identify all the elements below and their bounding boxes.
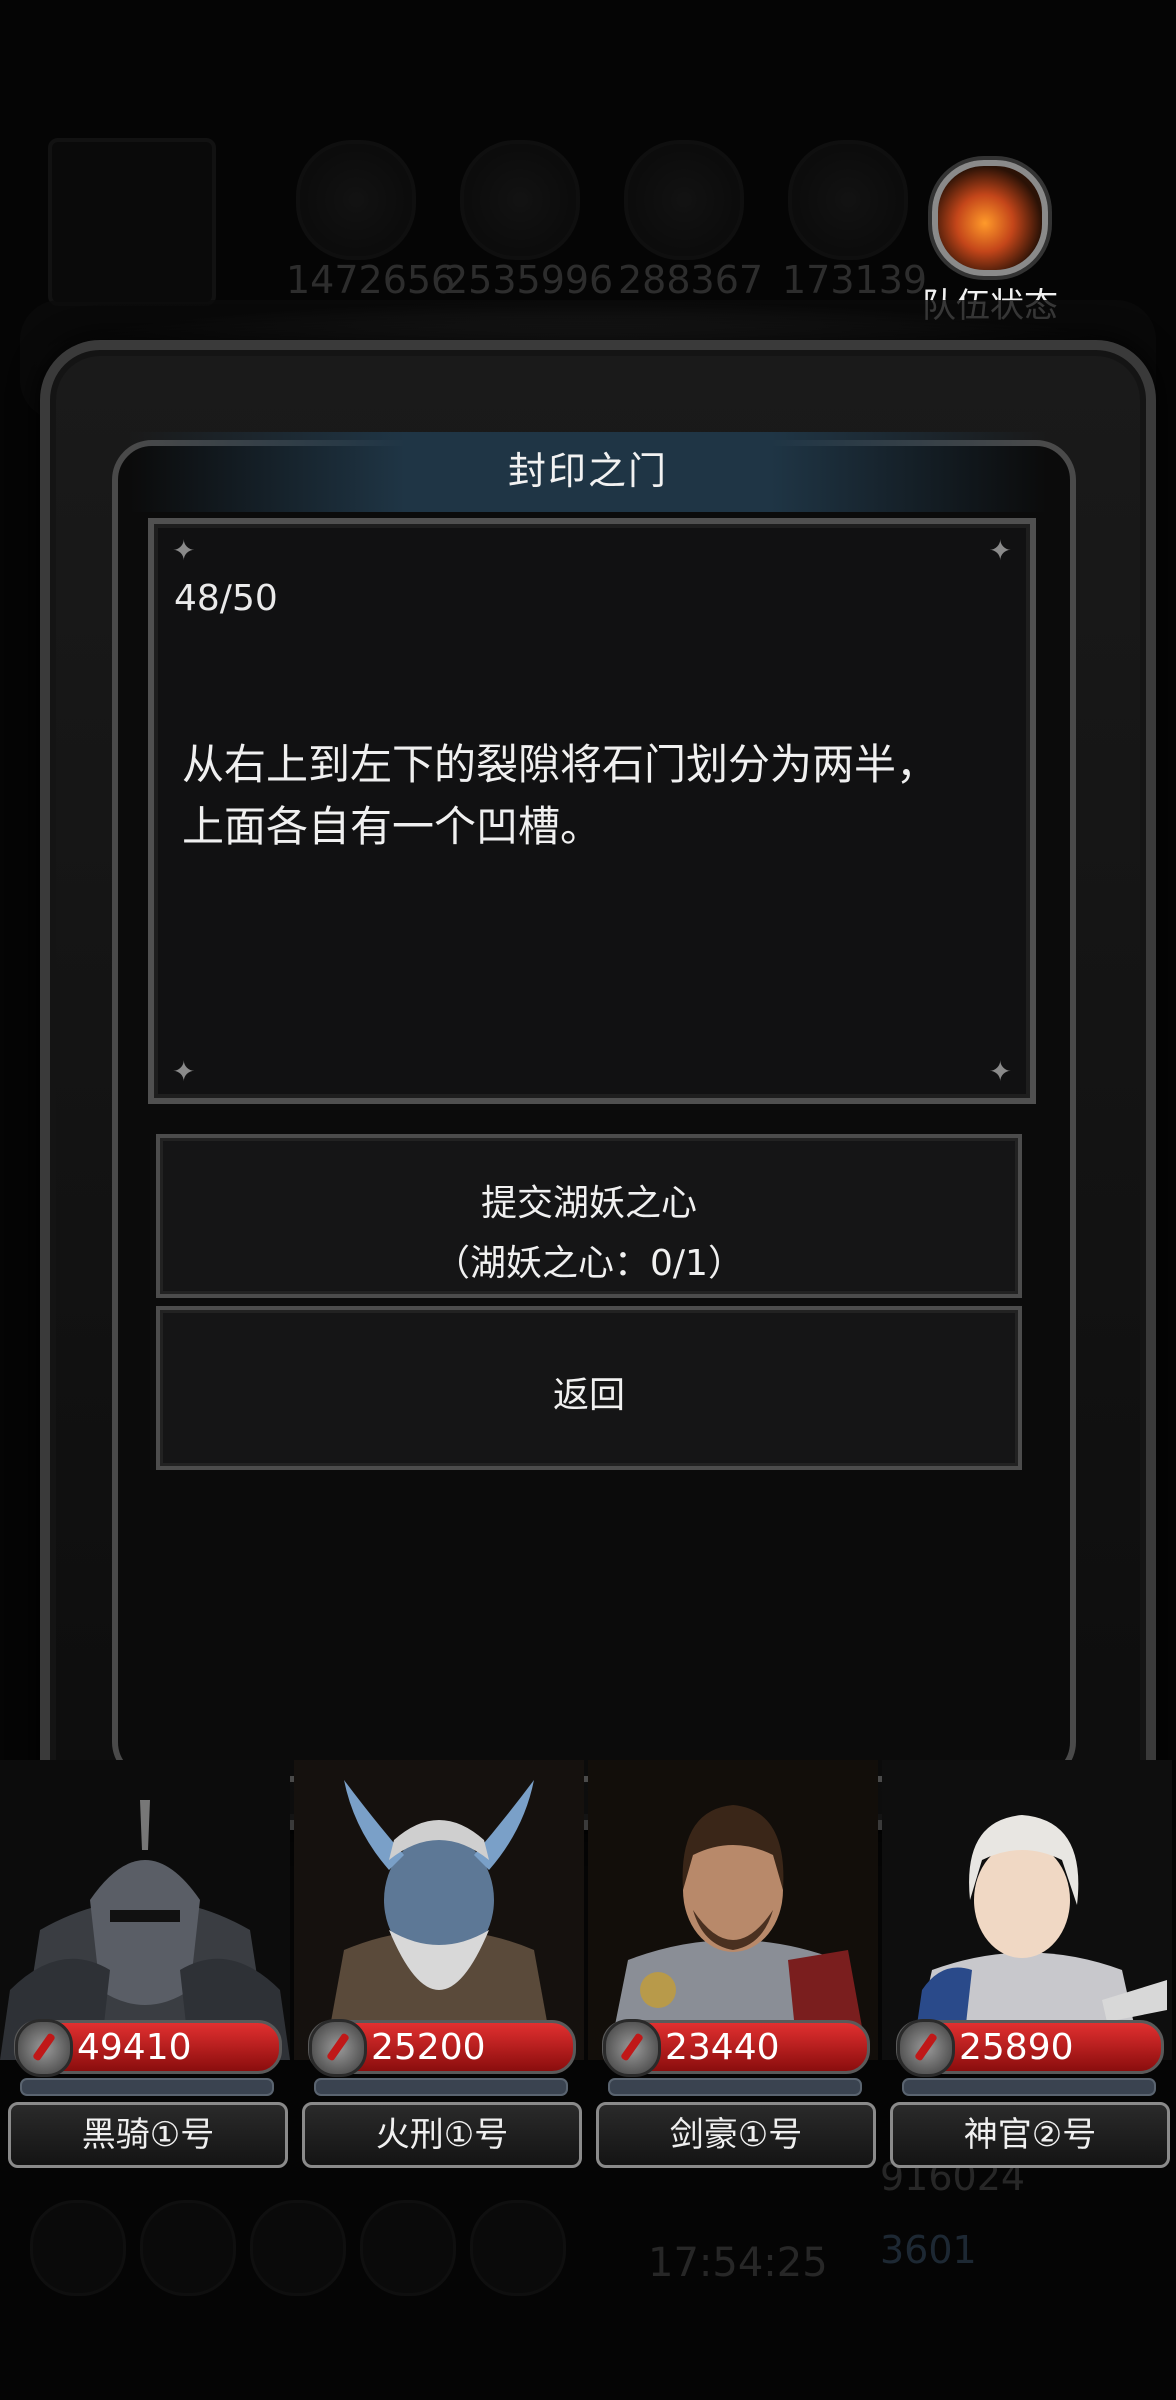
member-name: 火刑①号 (375, 2115, 509, 2155)
resource-icon (624, 140, 744, 260)
back-label: 返回 (552, 1375, 625, 1416)
menu-icon (30, 2200, 126, 2296)
member-name-plate: 神官②号 (890, 2102, 1170, 2168)
sword-icon (309, 2019, 367, 2077)
submit-label: 提交湖妖之心 (480, 1183, 697, 1224)
party-bar: 49410 黑骑①号 25200 火刑①号 23440 剑豪①号 25890 神… (0, 1760, 1176, 2180)
hp-value: 25200 (371, 2027, 486, 2068)
hp-value: 23440 (665, 2027, 780, 2068)
fire-emblem-icon (932, 160, 1048, 276)
hp-bar: 49410 (14, 2019, 282, 2077)
priest-portrait (882, 1760, 1172, 2060)
clock: 17:54:25 (648, 2240, 828, 2286)
gem-value: 3601 (880, 2228, 977, 2272)
description-text: 从右上到左下的裂隙将石门划分为两半， 上面各自有一个凹槽。 (182, 734, 1002, 858)
mp-bar (608, 2078, 862, 2096)
menu-icon (360, 2200, 456, 2296)
party-member[interactable]: 23440 剑豪①号 (588, 1760, 878, 2180)
mp-bar (20, 2078, 274, 2096)
description-line: 上面各自有一个凹槽。 (182, 802, 603, 851)
resource-value: 1472656 (286, 258, 456, 302)
submit-heart-button[interactable]: 提交湖妖之心 （湖妖之心：0/1） (156, 1134, 1022, 1298)
hp-value: 25890 (959, 2027, 1074, 2068)
black-knight-portrait (0, 1760, 290, 2060)
resource-value: 2535996 (444, 258, 614, 302)
hp-bar: 25890 (896, 2019, 1164, 2077)
member-name: 剑豪①号 (669, 2115, 803, 2155)
member-name: 神官②号 (963, 2115, 1097, 2155)
member-name: 黑骑①号 (81, 2115, 215, 2155)
horned-elder-portrait (294, 1760, 584, 2060)
sparkle-icon: ✦ (988, 1055, 1012, 1088)
back-button[interactable]: 返回 (156, 1306, 1022, 1470)
member-name-plate: 剑豪①号 (596, 2102, 876, 2168)
resource-icon (460, 140, 580, 260)
hp-value: 49410 (77, 2027, 192, 2068)
menu-icon (140, 2200, 236, 2296)
mp-bar (902, 2078, 1156, 2096)
sparkle-icon: ✦ (172, 1055, 196, 1088)
player-portrait (48, 138, 216, 306)
resource-value: 288367 (618, 258, 764, 302)
step-counter: 48/50 (174, 578, 278, 619)
party-member[interactable]: 25890 神官②号 (882, 1760, 1172, 2180)
resource-icon (296, 140, 416, 260)
member-name-plate: 火刑①号 (302, 2102, 582, 2168)
mp-bar (314, 2078, 568, 2096)
dialog-title: 封印之门 (507, 449, 668, 493)
menu-icon (250, 2200, 346, 2296)
hp-bar: 25200 (308, 2019, 576, 2077)
sword-icon (897, 2019, 955, 2077)
submit-requirement: （湖妖之心：0/1） (434, 1243, 744, 1284)
hp-bar: 23440 (602, 2019, 870, 2077)
menu-icon (470, 2200, 566, 2296)
description-line: 从右上到左下的裂隙将石门划分为两半， (182, 740, 939, 789)
member-name-plate: 黑骑①号 (8, 2102, 288, 2168)
resource-icon (788, 140, 908, 260)
sparkle-icon: ✦ (988, 534, 1012, 567)
party-member[interactable]: 49410 黑骑①号 (0, 1760, 290, 2180)
sparkle-icon: ✦ (172, 534, 196, 567)
swordsman-portrait (588, 1760, 878, 2060)
sword-icon (15, 2019, 73, 2077)
party-member[interactable]: 25200 火刑①号 (294, 1760, 584, 2180)
sword-icon (603, 2019, 661, 2077)
